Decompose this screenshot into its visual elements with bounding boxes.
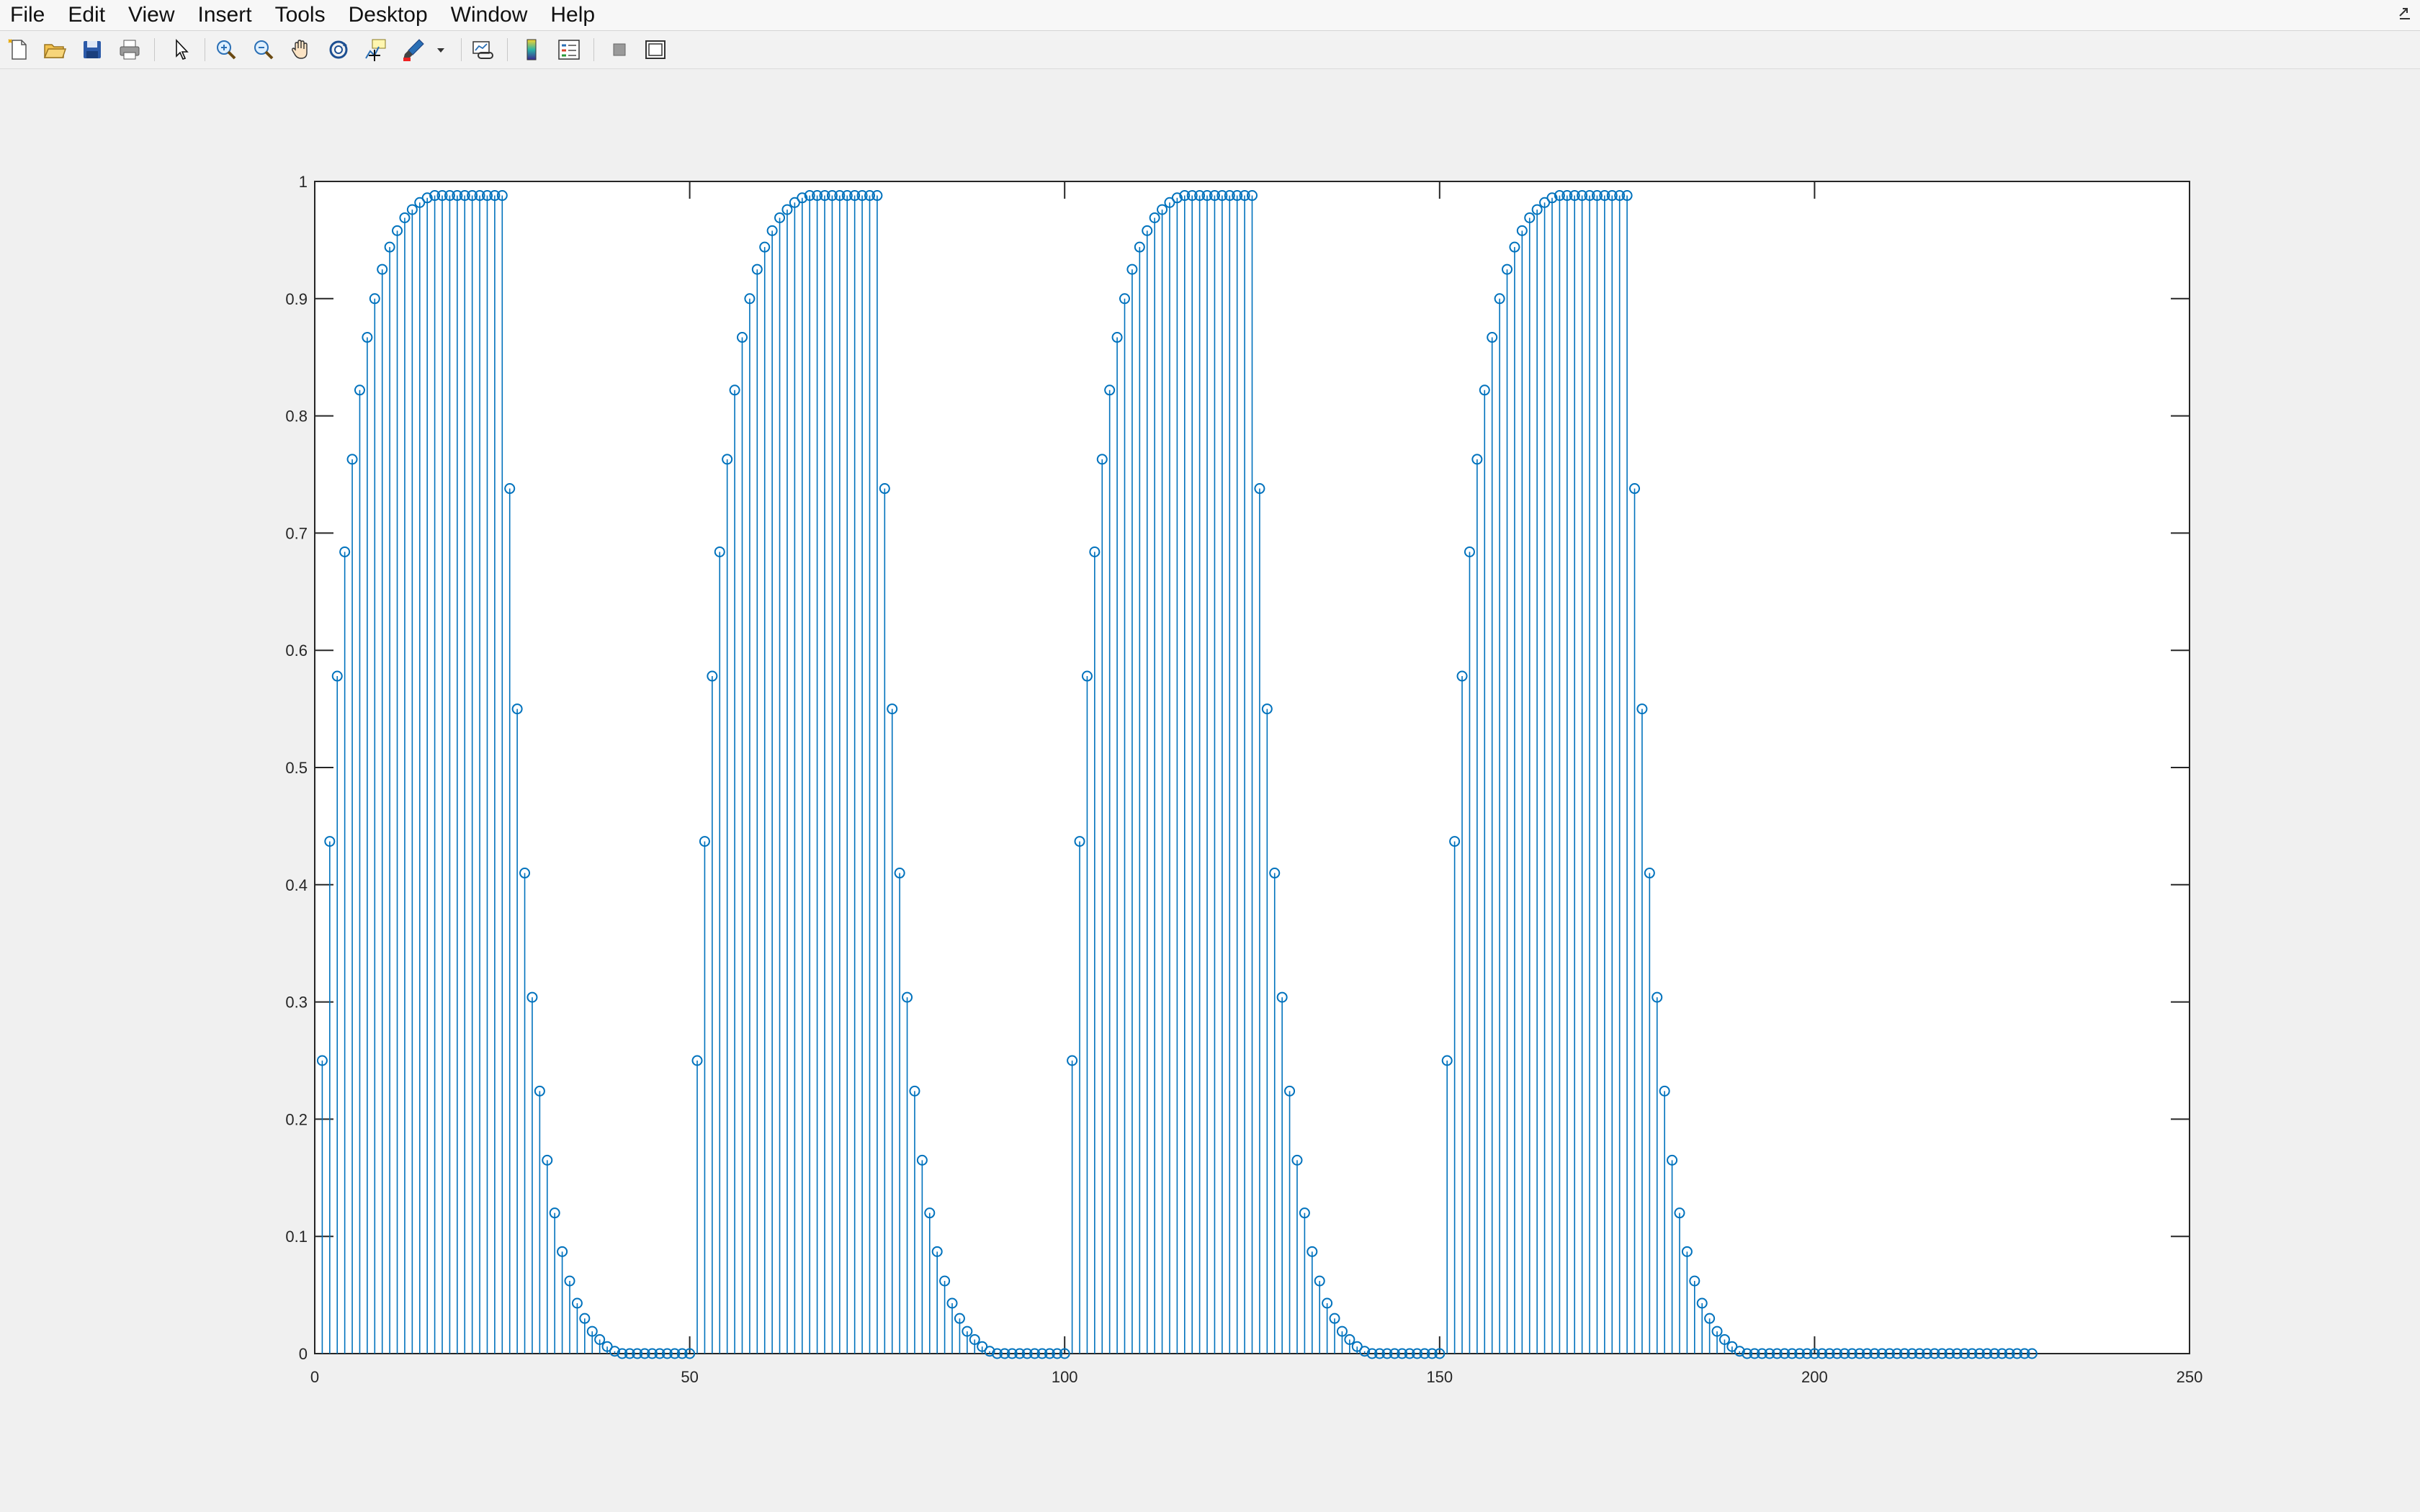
menu-window[interactable]: Window <box>439 0 539 30</box>
toolbar-separator <box>154 38 155 61</box>
y-tick-label: 0.3 <box>285 994 308 1012</box>
print-icon[interactable] <box>117 37 143 63</box>
x-tick-label: 50 <box>681 1368 698 1386</box>
x-tick-label: 100 <box>1052 1368 1078 1386</box>
menu-help[interactable]: Help <box>539 0 606 30</box>
y-tick-label: 1 <box>299 173 308 191</box>
brush-icon[interactable] <box>400 37 426 63</box>
menu-edit[interactable]: Edit <box>56 0 117 30</box>
open-file-icon[interactable] <box>42 37 68 63</box>
toolbar-separator <box>507 38 508 61</box>
zoom-in-icon[interactable] <box>213 37 239 63</box>
x-tick-label: 0 <box>310 1368 319 1386</box>
y-tick-label: 0.9 <box>285 290 308 308</box>
y-tick-label: 0.7 <box>285 524 308 542</box>
y-tick-label: 0.4 <box>285 876 308 894</box>
figure-toolbar <box>0 31 2420 69</box>
data-cursor-icon[interactable] <box>363 37 389 63</box>
x-tick-label: 150 <box>1426 1368 1453 1386</box>
y-tick-label: 0.6 <box>285 642 308 660</box>
toolbar-separator <box>461 38 462 61</box>
menu-view[interactable]: View <box>117 0 186 30</box>
x-tick-label: 200 <box>1801 1368 1828 1386</box>
pan-hand-icon[interactable] <box>288 37 314 63</box>
hide-plot-tools-icon[interactable] <box>606 37 632 63</box>
show-plot-tools-icon[interactable] <box>642 37 668 63</box>
menu-file[interactable]: File <box>0 0 56 30</box>
stem-plot[interactable]: 0 50 100 150 200 250 0 0.1 0.2 0.3 0.4 0.5 0.6 0.7 0.8… <box>0 69 2420 1512</box>
y-tick-label: 0.8 <box>285 408 308 426</box>
rotate-3d-icon[interactable] <box>326 37 351 63</box>
undock-icon[interactable] <box>2397 6 2413 22</box>
brush-dropdown-icon[interactable] <box>435 37 447 63</box>
y-tick-label: 0.2 <box>285 1110 308 1128</box>
new-figure-icon[interactable] <box>6 37 32 63</box>
insert-colorbar-icon[interactable] <box>519 37 544 63</box>
y-tick-label: 0.5 <box>285 759 308 777</box>
edit-plot-arrow-icon[interactable] <box>169 37 194 63</box>
figure-canvas[interactable]: 0 50 100 150 200 250 0 0.1 0.2 0.3 0.4 0.5 0.6 0.7 0.8… <box>0 69 2420 1512</box>
menu-insert[interactable]: Insert <box>187 0 264 30</box>
menu-tools[interactable]: Tools <box>264 0 337 30</box>
menu-bar: File Edit View Insert Tools Desktop Wind… <box>0 0 2420 31</box>
y-tick-label: 0 <box>299 1345 308 1363</box>
save-icon[interactable] <box>79 37 105 63</box>
insert-legend-icon[interactable] <box>556 37 582 63</box>
zoom-out-icon[interactable] <box>251 37 277 63</box>
link-plot-icon[interactable] <box>470 37 496 63</box>
y-tick-label: 0.1 <box>285 1228 308 1246</box>
toolbar-separator <box>593 38 594 61</box>
x-tick-label: 250 <box>2177 1368 2203 1386</box>
menu-desktop[interactable]: Desktop <box>337 0 439 30</box>
